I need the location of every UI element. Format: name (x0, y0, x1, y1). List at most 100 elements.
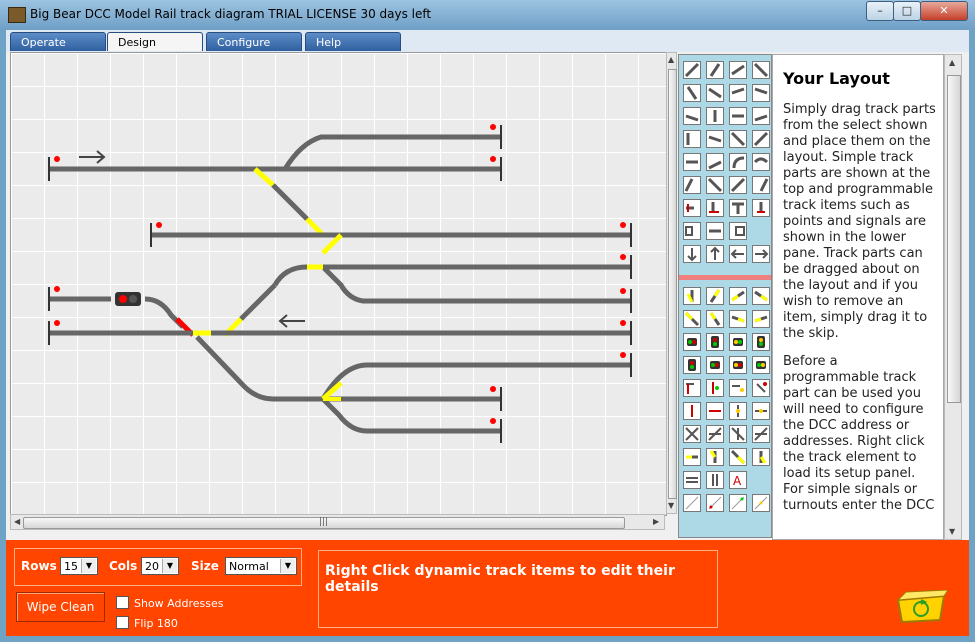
route-part-tile[interactable] (683, 494, 701, 512)
checkbox-icon[interactable] (116, 616, 129, 629)
tab-operate[interactable]: Operate (10, 32, 106, 51)
track-part-tile[interactable] (729, 222, 747, 240)
text-part-tile[interactable]: A (729, 471, 747, 489)
horizontal-scrollbar[interactable]: ◀ ||| ▶ (10, 514, 665, 530)
turnout-mid[interactable] (321, 233, 343, 255)
sensor-part-tile[interactable] (706, 379, 724, 397)
track-parts-palette[interactable]: A (678, 54, 772, 538)
chevron-down-icon[interactable]: ▼ (81, 559, 96, 573)
tab-configure[interactable]: Configure (206, 32, 302, 51)
track-part-tile[interactable] (706, 176, 724, 194)
track-part-tile[interactable] (706, 130, 724, 148)
track-part-tile[interactable] (752, 245, 770, 263)
layout-canvas[interactable] (10, 52, 667, 516)
track-part-tile[interactable] (752, 153, 770, 171)
turnout-part-tile[interactable] (706, 287, 724, 305)
route-part-tile[interactable] (752, 494, 770, 512)
track-part-tile[interactable] (706, 153, 724, 171)
route-part-tile[interactable] (729, 494, 747, 512)
track-right-2[interactable] (321, 265, 631, 304)
sensor-part-tile[interactable] (729, 402, 747, 420)
track-part-tile[interactable] (683, 84, 701, 102)
track-part-tile[interactable] (683, 61, 701, 79)
track-part-tile[interactable] (683, 199, 701, 217)
tab-help[interactable]: Help (305, 32, 401, 51)
sensor-part-tile[interactable] (752, 379, 770, 397)
vertical-scroll-thumb[interactable] (668, 69, 677, 499)
scroll-left-icon[interactable]: ◀ (14, 517, 20, 526)
signal-part-tile[interactable] (683, 356, 701, 374)
show-addresses-checkbox[interactable]: Show Addresses (116, 596, 223, 610)
track-part-tile[interactable] (706, 84, 724, 102)
tab-design[interactable]: Design (107, 32, 203, 51)
signal-part-tile[interactable] (752, 356, 770, 374)
scroll-up-icon[interactable]: ▲ (949, 58, 955, 67)
sensor-part-tile[interactable] (683, 379, 701, 397)
track-part-tile[interactable] (752, 199, 770, 217)
signal-part-tile[interactable] (752, 333, 770, 351)
sensor-part-tile[interactable] (683, 402, 701, 420)
crossing-part-tile[interactable] (752, 425, 770, 443)
track-curve-right[interactable] (272, 264, 308, 287)
signal-part-tile[interactable] (706, 333, 724, 351)
skip-icon[interactable] (892, 589, 950, 628)
track-bottom-3[interactable] (321, 397, 501, 434)
scroll-right-icon[interactable]: ▶ (653, 517, 659, 526)
help-scrollbar[interactable]: ▲ ▼ (944, 54, 962, 540)
track-part-tile[interactable] (752, 176, 770, 194)
turnout-part-tile[interactable] (752, 310, 770, 328)
scroll-down-icon[interactable]: ▼ (668, 501, 674, 510)
crossing-part-tile[interactable] (706, 425, 724, 443)
track-part-tile[interactable] (729, 153, 747, 171)
sensor-part-tile[interactable] (729, 379, 747, 397)
scroll-up-icon[interactable]: ▲ (668, 55, 674, 64)
track-part-tile[interactable] (752, 61, 770, 79)
slip-part-tile[interactable] (752, 448, 770, 466)
crossing-part-tile[interactable] (683, 425, 701, 443)
signal-icon[interactable] (115, 292, 141, 306)
track-part-tile[interactable] (706, 245, 724, 263)
turnout-part-tile[interactable] (706, 310, 724, 328)
track-part-tile[interactable] (706, 222, 724, 240)
track-diagonal-2[interactable] (239, 283, 277, 321)
track-part-tile[interactable] (752, 130, 770, 148)
route-part-tile[interactable] (706, 494, 724, 512)
minimize-button[interactable]: – (866, 1, 894, 21)
checkbox-icon[interactable] (116, 596, 129, 609)
track-part-tile[interactable] (729, 176, 747, 194)
maximize-button[interactable]: □ (893, 1, 921, 21)
flip-180-checkbox[interactable]: Flip 180 (116, 616, 178, 630)
track-part-tile[interactable] (683, 176, 701, 194)
turnout-part-tile[interactable] (683, 310, 701, 328)
track-part-tile[interactable] (729, 61, 747, 79)
track-part-tile[interactable] (683, 130, 701, 148)
turnout-part-tile[interactable] (729, 310, 747, 328)
turnout-part-tile[interactable] (729, 287, 747, 305)
signal-part-tile[interactable] (729, 356, 747, 374)
scroll-thumb[interactable]: ||| (23, 517, 625, 529)
track-part-tile[interactable] (706, 61, 724, 79)
track-part-tile[interactable] (752, 107, 770, 125)
signal-part-tile[interactable] (706, 356, 724, 374)
help-scroll-thumb[interactable] (947, 75, 961, 403)
slip-part-tile[interactable] (706, 448, 724, 466)
turnout-part-tile[interactable] (752, 287, 770, 305)
sensor-part-tile[interactable] (752, 402, 770, 420)
signal-part-tile[interactable] (729, 333, 747, 351)
block-part-tile[interactable] (683, 471, 701, 489)
track-part-tile[interactable] (683, 107, 701, 125)
rows-select[interactable]: 15 ▼ (60, 557, 98, 575)
track-part-tile[interactable] (729, 107, 747, 125)
track-part-tile[interactable] (729, 245, 747, 263)
crossing-part-tile[interactable] (729, 425, 747, 443)
track-diagonal-1[interactable] (271, 183, 309, 221)
track-bottom-1[interactable] (320, 362, 631, 401)
track-part-tile[interactable] (683, 153, 701, 171)
wipe-clean-button[interactable]: Wipe Clean (16, 592, 105, 622)
block-part-tile[interactable] (706, 471, 724, 489)
chevron-down-icon[interactable]: ▼ (280, 559, 295, 573)
signal-part-tile[interactable] (683, 333, 701, 351)
track-part-tile[interactable] (706, 107, 724, 125)
turnout-part-tile[interactable] (683, 287, 701, 305)
track-diagram[interactable] (11, 53, 666, 515)
